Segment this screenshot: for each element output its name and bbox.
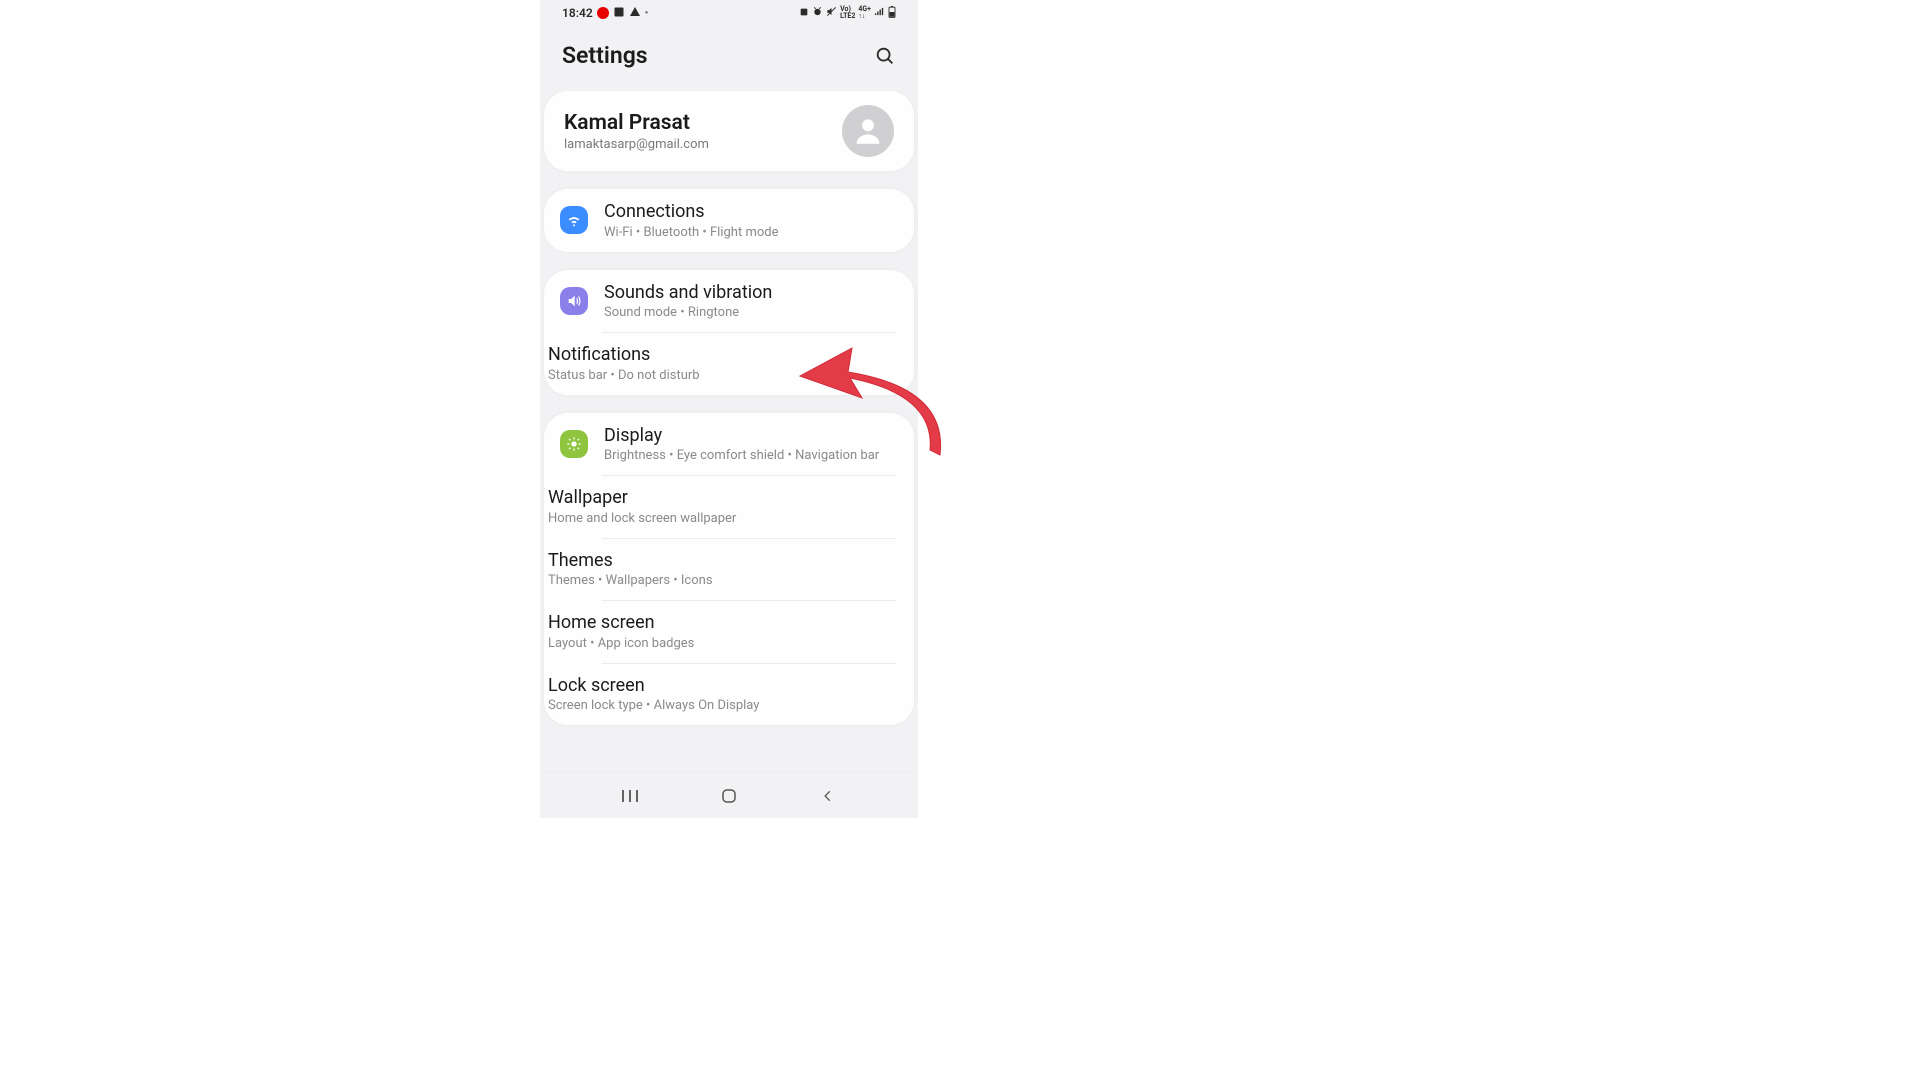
settings-item-title: Sounds and vibration (604, 282, 772, 305)
wifi-icon (560, 206, 588, 234)
dot-icon: • (645, 8, 649, 19)
navigation-bar (540, 772, 918, 818)
settings-item-title: Themes (548, 550, 713, 573)
mute-icon (826, 6, 837, 20)
search-button[interactable] (874, 45, 896, 67)
page-title: Settings (562, 42, 648, 69)
account-name: Kamal Prasat (564, 111, 709, 135)
settings-item-subtitle: Wi-Fi • Bluetooth • Flight mode (604, 225, 778, 240)
home-button[interactable] (717, 784, 741, 808)
settings-item-sounds-vibration[interactable]: Sounds and vibrationSound mode • Rington… (544, 270, 914, 333)
settings-item-display[interactable]: DisplayBrightness • Eye comfort shield •… (544, 413, 914, 476)
settings-group: DisplayBrightness • Eye comfort shield •… (544, 413, 914, 726)
settings-item-text: Sounds and vibrationSound mode • Rington… (604, 282, 772, 321)
settings-item-subtitle: Sound mode • Ringtone (604, 305, 772, 320)
settings-group: Sounds and vibrationSound mode • Rington… (544, 270, 914, 395)
back-button[interactable] (816, 784, 840, 808)
settings-list: Kamal Prasat lamaktasarp@gmail.com Conne… (540, 91, 918, 772)
volume-icon (560, 287, 588, 315)
settings-group: ConnectionsWi-Fi • Bluetooth • Flight mo… (544, 189, 914, 252)
phone-frame: 18:42 • Vo)LTE2 4G+↑↓ Settings (540, 0, 918, 818)
settings-item-home-screen[interactable]: Home screenLayout • App icon badges (544, 600, 914, 663)
settings-item-subtitle: Themes • Wallpapers • Icons (548, 573, 713, 588)
status-bar: 18:42 • Vo)LTE2 4G+↑↓ (540, 0, 918, 26)
settings-item-text: Lock screenScreen lock type • Always On … (548, 675, 759, 714)
lte-indicator: Vo)LTE2 (840, 6, 855, 20)
settings-item-title: Lock screen (548, 675, 759, 698)
status-time: 18:42 (562, 6, 593, 20)
settings-item-text: NotificationsStatus bar • Do not disturb (548, 344, 700, 383)
settings-item-lock-screen[interactable]: Lock screenScreen lock type • Always On … (544, 663, 914, 726)
account-email: lamaktasarp@gmail.com (564, 137, 709, 152)
settings-item-subtitle: Layout • App icon badges (548, 636, 694, 651)
alarm-icon (812, 6, 823, 20)
network-indicator: 4G+↑↓ (858, 6, 871, 20)
header: Settings (540, 26, 918, 91)
settings-item-title: Home screen (548, 612, 694, 635)
signal-icon (874, 6, 885, 20)
account-card[interactable]: Kamal Prasat lamaktasarp@gmail.com (544, 91, 914, 171)
settings-item-notifications[interactable]: NotificationsStatus bar • Do not disturb (544, 332, 914, 395)
image-icon (613, 6, 625, 21)
settings-item-title: Display (604, 425, 879, 448)
carrier-icon (597, 7, 609, 19)
settings-item-subtitle: Screen lock type • Always On Display (548, 698, 759, 713)
settings-item-text: ConnectionsWi-Fi • Bluetooth • Flight mo… (604, 201, 778, 240)
settings-item-text: WallpaperHome and lock screen wallpaper (548, 487, 736, 526)
status-left: 18:42 • (562, 6, 648, 21)
settings-item-connections[interactable]: ConnectionsWi-Fi • Bluetooth • Flight mo… (544, 189, 914, 252)
account-text: Kamal Prasat lamaktasarp@gmail.com (564, 111, 709, 152)
settings-item-text: DisplayBrightness • Eye comfort shield •… (604, 425, 879, 464)
settings-item-text: Home screenLayout • App icon badges (548, 612, 694, 651)
sun-icon (560, 430, 588, 458)
settings-item-subtitle: Status bar • Do not disturb (548, 368, 700, 383)
settings-item-subtitle: Brightness • Eye comfort shield • Naviga… (604, 448, 879, 463)
recents-button[interactable] (618, 784, 642, 808)
settings-item-subtitle: Home and lock screen wallpaper (548, 511, 736, 526)
avatar[interactable] (842, 105, 894, 157)
settings-item-title: Notifications (548, 344, 700, 367)
settings-item-text: ThemesThemes • Wallpapers • Icons (548, 550, 713, 589)
settings-item-wallpaper[interactable]: WallpaperHome and lock screen wallpaper (544, 475, 914, 538)
settings-item-title: Connections (604, 201, 778, 224)
settings-item-title: Wallpaper (548, 487, 736, 510)
settings-item-themes[interactable]: ThemesThemes • Wallpapers • Icons (544, 538, 914, 601)
warning-icon (629, 6, 641, 21)
nfc-icon (799, 7, 809, 20)
status-right: Vo)LTE2 4G+↑↓ (799, 6, 896, 21)
battery-icon (888, 6, 896, 21)
